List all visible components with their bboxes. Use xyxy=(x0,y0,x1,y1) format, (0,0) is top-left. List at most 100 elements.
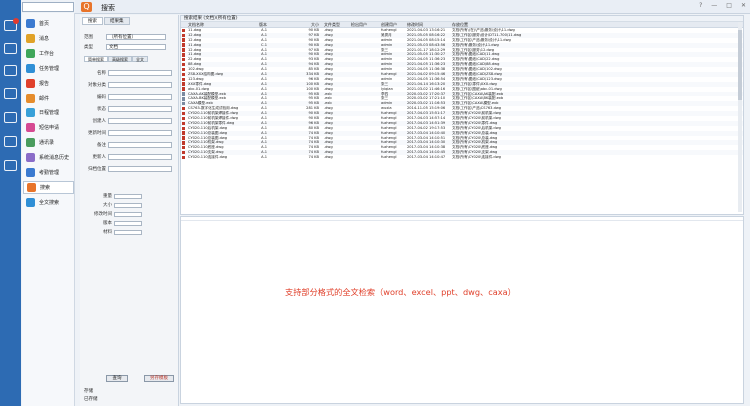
field-input[interactable] xyxy=(108,154,172,160)
file-icon xyxy=(182,77,185,81)
nav-icon xyxy=(27,182,36,192)
global-search-input[interactable] xyxy=(22,2,74,12)
nav-icon xyxy=(26,19,35,28)
settings-icon[interactable] xyxy=(4,136,17,147)
field-label: 编码 xyxy=(97,95,106,100)
sidebar-item-label: 邮件 xyxy=(39,95,50,102)
user-icon[interactable] xyxy=(4,160,17,171)
column-header[interactable]: 创建用户 xyxy=(380,22,406,27)
field-input[interactable] xyxy=(114,220,142,226)
sidebar-item-7[interactable]: 短信申请 xyxy=(23,121,74,134)
column-header[interactable]: 文档名称 xyxy=(187,22,248,27)
table-cell: CY020-110连接件.dwg xyxy=(188,155,228,160)
folder-icon[interactable] xyxy=(4,88,17,99)
sidebar-item-label: 首页 xyxy=(39,21,50,27)
sidebar-item-10[interactable]: 考勤管理 xyxy=(23,166,74,179)
column-header[interactable]: 文件类型 xyxy=(323,22,350,27)
field-input[interactable] xyxy=(114,202,142,208)
help-icon[interactable]: ? xyxy=(699,2,702,9)
subtab-advanced[interactable]: 高级搜索 xyxy=(108,56,132,62)
sidebar-item-12[interactable]: 全文搜索 xyxy=(23,196,74,209)
type-select[interactable]: 文档 xyxy=(106,44,166,50)
sidebar-item-label: 报告 xyxy=(39,80,50,87)
file-icon xyxy=(182,121,185,125)
close-icon[interactable]: ✕ xyxy=(741,2,746,9)
chat-icon[interactable] xyxy=(4,112,17,123)
field-input[interactable] xyxy=(114,211,142,217)
field-input[interactable] xyxy=(114,229,142,235)
subtab-simple[interactable]: 简单搜索 xyxy=(84,56,108,62)
restore-icon[interactable]: □ xyxy=(726,2,732,9)
file-icon xyxy=(182,62,185,67)
results-scrollbar[interactable] xyxy=(738,22,742,212)
notification-badge xyxy=(13,18,19,24)
file-icon xyxy=(182,146,185,150)
field-input[interactable] xyxy=(114,193,142,199)
nav-icon xyxy=(26,33,35,43)
sidebar-item-3[interactable]: 任务管理 xyxy=(23,62,74,75)
sidebar-item-label: 日程管理 xyxy=(39,110,60,117)
file-icon xyxy=(182,106,185,111)
file-icon xyxy=(182,126,185,130)
subtab-fulltext[interactable]: 全文 xyxy=(132,56,148,62)
table-cell: A.1 xyxy=(261,155,267,160)
sidebar-item-9[interactable]: 系统消息历史 xyxy=(23,151,74,164)
file-icon xyxy=(182,102,185,106)
minimize-icon[interactable]: — xyxy=(711,2,717,9)
sidebar-item-8[interactable]: 通讯录 xyxy=(23,136,74,149)
column-header[interactable]: 版本 xyxy=(248,22,268,27)
file-icon xyxy=(182,53,185,57)
search-button[interactable]: 查询 xyxy=(106,375,128,382)
sidebar-item-4[interactable]: 报告 xyxy=(23,77,74,90)
save-template-button[interactable]: 另存模板 xyxy=(144,375,174,382)
task-icon[interactable] xyxy=(4,65,17,76)
fulltext-hint: 支持部分格式的全文检索（word、excel、ppt、dwg、caxa） xyxy=(285,287,516,297)
table-row[interactable]: CY020-110连接件.dwg A.1 74 KB .dwg fuzhengl 2017… xyxy=(181,155,743,160)
tab-result-set[interactable]: 结果集 xyxy=(104,17,130,25)
sidebar-item-label: 系统消息历史 xyxy=(39,155,70,162)
column-header[interactable]: 存放位置 xyxy=(451,22,741,27)
file-icon xyxy=(182,72,185,77)
sidebar-item-6[interactable]: 日程管理 xyxy=(23,106,74,119)
field-input[interactable] xyxy=(108,142,172,148)
field-input[interactable] xyxy=(108,166,172,172)
field-label: 状态 xyxy=(97,107,106,112)
tab-search[interactable]: 搜索 xyxy=(82,17,103,25)
field-input[interactable] xyxy=(108,106,172,112)
table-cell xyxy=(350,155,380,160)
nav-icon xyxy=(26,197,35,207)
column-header[interactable]: 检出用户 xyxy=(350,22,380,27)
sidebar-item-label: 考勤管理 xyxy=(39,170,60,176)
fulltext-preview: 支持部分格式的全文检索（word、excel、ppt、dwg、caxa） xyxy=(180,216,744,404)
sidebar: 首页消息工作台任务管理报告邮件日程管理短信申请通讯录系统消息历史 考勤管理搜索全文… xyxy=(22,13,75,406)
field-input[interactable] xyxy=(108,94,172,100)
message-icon[interactable] xyxy=(4,43,17,54)
sidebar-item-0[interactable]: 首页 xyxy=(23,17,74,30)
file-icon xyxy=(182,155,185,160)
column-header[interactable]: 修改时间 xyxy=(406,22,451,27)
field-label: 修改时间 xyxy=(94,212,112,217)
field-label: 更新时间 xyxy=(88,131,106,136)
sidebar-item-1[interactable]: 消息 xyxy=(23,32,74,45)
field-input[interactable] xyxy=(108,130,172,136)
sidebar-item-label: 通讯录 xyxy=(39,140,55,147)
file-icon xyxy=(182,131,185,135)
sidebar-item-11[interactable]: 搜索 xyxy=(23,180,74,194)
field-input[interactable] xyxy=(108,118,172,124)
file-icon xyxy=(182,150,185,155)
field-input[interactable] xyxy=(108,82,172,88)
file-icon xyxy=(182,141,185,145)
table-cell: 74 KB xyxy=(308,155,319,160)
range-label: 范围 xyxy=(84,35,93,40)
search-results: 搜索结果 (文档)(所有位置) 文档名称 版本 大小 文件类型 检出用户 创建用户 修改时间… xyxy=(180,15,744,215)
sidebar-item-2[interactable]: 工作台 xyxy=(23,47,74,60)
window-title: 搜索 xyxy=(101,4,115,12)
sidebar-item-5[interactable]: 邮件 xyxy=(23,92,74,105)
nav-icon xyxy=(26,138,35,148)
file-icon xyxy=(182,58,185,62)
field-input[interactable] xyxy=(108,70,172,76)
nav-icon xyxy=(26,48,35,58)
sidebar-item-label: 搜索 xyxy=(40,184,51,191)
range-select[interactable]: （所有位置） xyxy=(106,34,166,40)
column-header[interactable]: 大小 xyxy=(268,22,323,27)
